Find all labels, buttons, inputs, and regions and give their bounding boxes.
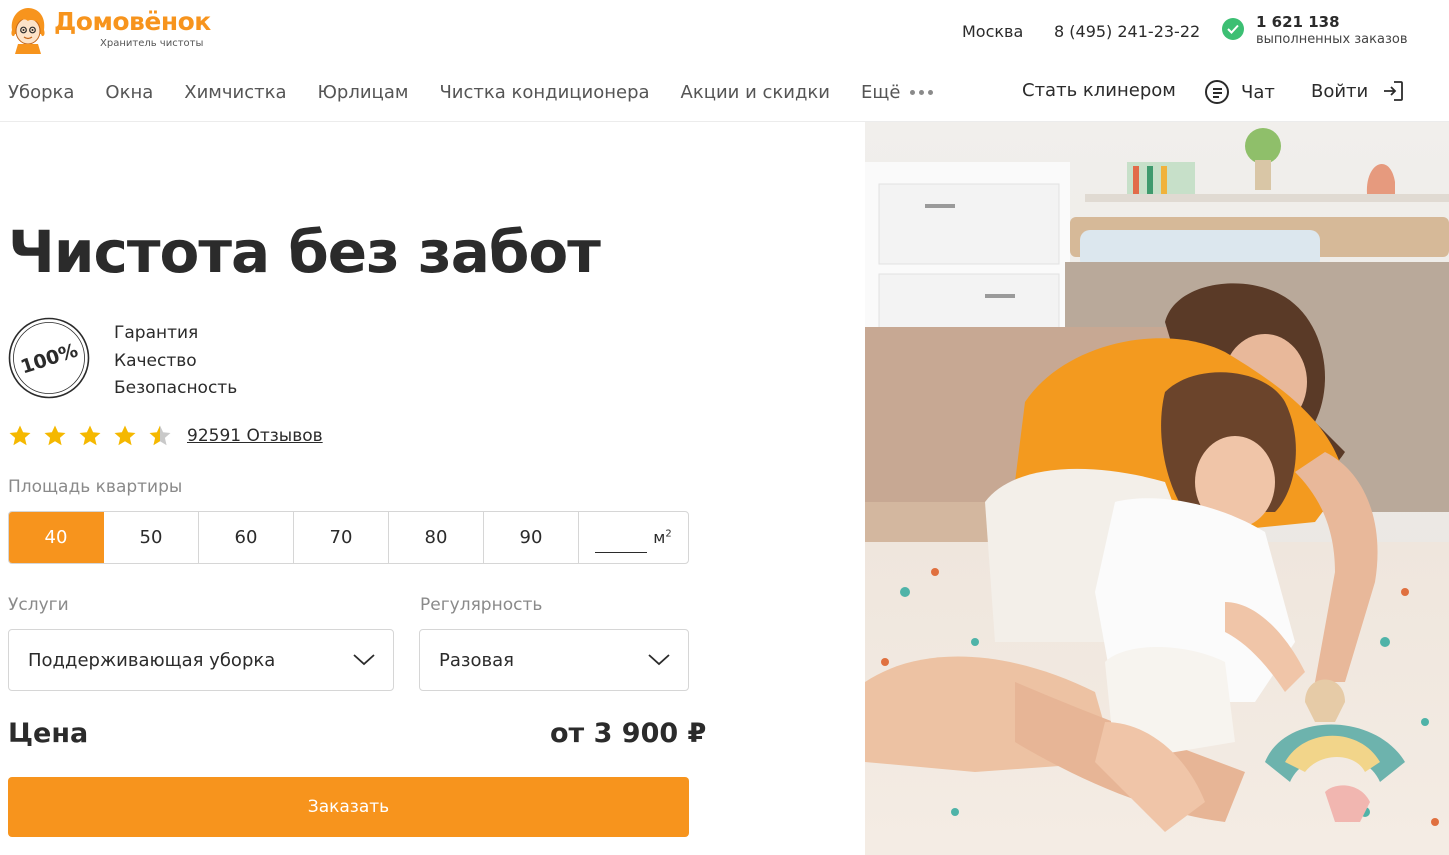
area-selector: 40 50 60 70 80 90 м2 xyxy=(8,511,689,564)
nav-item-dry-cleaning[interactable]: Химчистка xyxy=(184,82,286,103)
guarantee-item: Гарантия xyxy=(114,323,199,343)
badge-text: 100% xyxy=(18,339,81,378)
price-label: Цена xyxy=(8,718,89,749)
area-option-40[interactable]: 40 xyxy=(9,512,104,563)
area-custom-input[interactable] xyxy=(595,534,648,553)
login-arrow-icon xyxy=(1384,81,1404,101)
services-label: Услуги xyxy=(8,595,69,615)
guarantees-list: Гарантия Качество Безопасность xyxy=(114,320,237,403)
regularity-label: Регулярность xyxy=(420,595,543,615)
regularity-value: Разовая xyxy=(439,649,514,671)
city-selector[interactable]: Москва xyxy=(962,22,1023,41)
services-value: Поддерживающая уборка xyxy=(28,649,276,671)
price-value: от 3 900 ₽ xyxy=(550,718,707,749)
nav-item-windows[interactable]: Окна xyxy=(105,82,153,103)
half-star-icon xyxy=(149,425,171,446)
hero-photo xyxy=(865,122,1449,855)
area-label: Площадь квартиры xyxy=(8,477,183,497)
chevron-down-icon xyxy=(353,654,375,666)
nav-more-label: Ещё xyxy=(861,82,901,103)
order-button[interactable]: Заказать xyxy=(8,777,689,837)
brand-tagline: Хранитель чистоты xyxy=(100,38,204,49)
quality-item: Качество xyxy=(114,350,197,371)
nav-item-more[interactable]: Ещё xyxy=(861,82,934,103)
logo[interactable]: Домовёнок Хранитель чистоты xyxy=(8,6,211,54)
rating-stars xyxy=(8,424,183,448)
area-option-80[interactable]: 80 xyxy=(389,512,484,563)
reviews-link[interactable]: 92591 Отзывов xyxy=(187,426,323,446)
guarantee-100-percent-icon: 100% xyxy=(8,317,90,399)
regularity-select[interactable]: Разовая xyxy=(419,629,689,691)
orders-counter: 1 621 138 выполненных заказов xyxy=(1222,13,1408,49)
area-option-60[interactable]: 60 xyxy=(199,512,294,563)
nav-item-cleaning[interactable]: Уборка xyxy=(8,82,74,103)
main-nav: Уборка Окна Химчистка Юрлицам Чистка кон… xyxy=(8,82,964,103)
area-unit: м2 xyxy=(653,528,672,547)
nav-item-legal-entities[interactable]: Юрлицам xyxy=(318,82,409,103)
phone-number[interactable]: 8 (495) 241-23-22 xyxy=(1054,22,1200,41)
nav-item-ac-cleaning[interactable]: Чистка кондиционера xyxy=(439,82,649,103)
chat-button[interactable]: Чат xyxy=(1205,80,1275,104)
login-label: Войти xyxy=(1311,80,1369,102)
hero-title: Чистота без забот xyxy=(8,218,601,286)
check-circle-icon xyxy=(1222,18,1244,40)
chevron-down-icon xyxy=(648,654,670,666)
star-icon xyxy=(9,425,31,446)
area-option-90[interactable]: 90 xyxy=(484,512,579,563)
area-custom: м2 xyxy=(579,512,688,563)
orders-count: 1 621 138 xyxy=(1256,13,1340,31)
login-button[interactable]: Войти xyxy=(1311,80,1404,102)
become-cleaner-link[interactable]: Стать клинером xyxy=(1022,80,1176,101)
domovenok-mascot-icon xyxy=(11,8,45,54)
services-select[interactable]: Поддерживающая уборка xyxy=(8,629,394,691)
orders-label: выполненных заказов xyxy=(1256,32,1408,47)
area-option-50[interactable]: 50 xyxy=(104,512,199,563)
star-icon xyxy=(114,425,136,446)
chat-bubble-icon xyxy=(1205,80,1229,104)
brand-name: Домовёнок xyxy=(54,7,211,36)
more-dots-icon xyxy=(910,90,934,95)
chat-label: Чат xyxy=(1241,81,1275,103)
nav-item-promotions[interactable]: Акции и скидки xyxy=(681,82,830,103)
hero-photo-illustration xyxy=(865,122,1449,855)
area-option-70[interactable]: 70 xyxy=(294,512,389,563)
star-icon xyxy=(44,425,66,446)
safety-item: Безопасность xyxy=(114,378,238,398)
star-icon xyxy=(79,425,101,446)
